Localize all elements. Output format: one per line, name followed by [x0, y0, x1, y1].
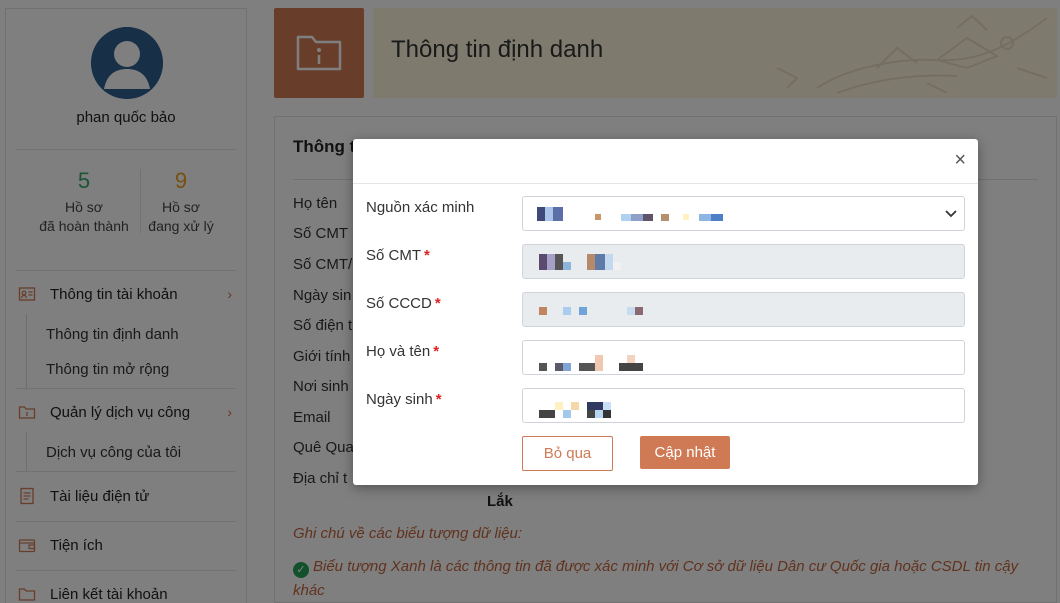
label-citizen-id: Số CCCD * [366, 295, 441, 312]
verification-modal: × Nguồn xác minh Số CMT * Số CCCD * Họ v… [353, 139, 978, 485]
verification-source-select[interactable] [522, 196, 965, 231]
required-mark: * [435, 391, 442, 408]
required-mark: * [433, 343, 440, 360]
label-text: Số CMT [366, 247, 422, 264]
label-id-number: Số CMT * [366, 247, 430, 264]
skip-button[interactable]: Bỏ qua [522, 436, 613, 471]
label-full-name: Họ và tên * [366, 343, 439, 360]
label-text: Số CCCD [366, 295, 432, 312]
label-text: Họ và tên [366, 343, 431, 360]
update-button[interactable]: Cập nhật [640, 436, 730, 469]
full-name-field[interactable] [522, 340, 965, 375]
birthdate-field[interactable] [522, 388, 965, 423]
required-mark: * [424, 247, 430, 264]
id-number-field[interactable] [522, 244, 965, 279]
close-icon[interactable]: × [954, 150, 966, 170]
chevron-down-icon [945, 210, 957, 218]
required-mark: * [434, 295, 441, 312]
label-verification-source: Nguồn xác minh [366, 199, 474, 216]
citizen-id-field[interactable] [522, 292, 965, 327]
label-birthdate: Ngày sinh * [366, 391, 442, 408]
label-text: Nguồn xác minh [366, 199, 475, 216]
modal-header-divider [353, 183, 978, 184]
label-text: Ngày sinh [366, 391, 433, 408]
